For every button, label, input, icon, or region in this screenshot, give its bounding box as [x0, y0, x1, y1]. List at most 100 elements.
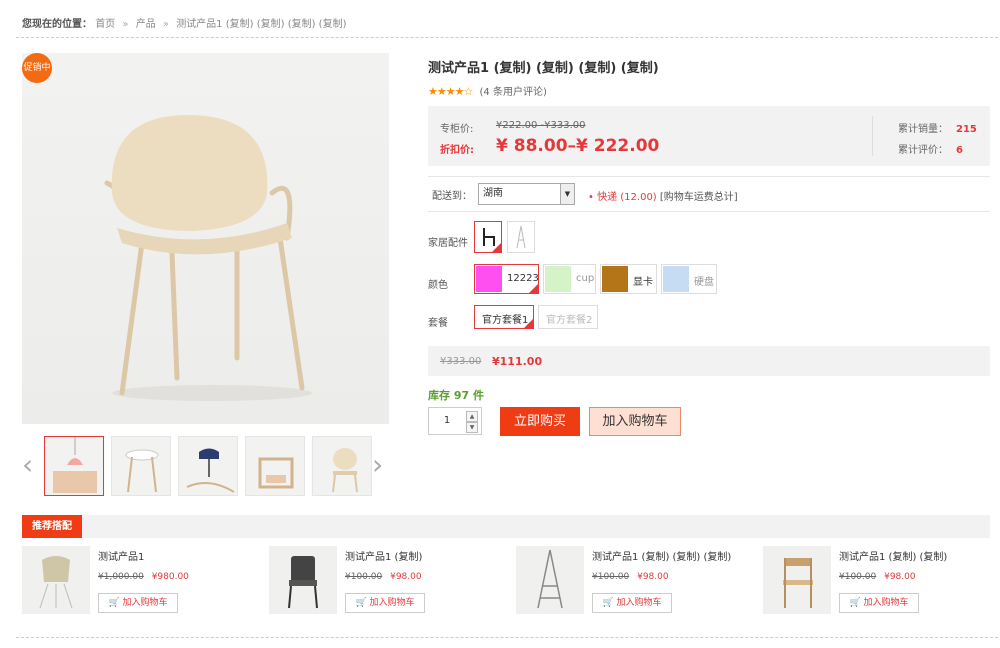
- color-swatch: [663, 266, 689, 292]
- color-option-cup[interactable]: cup: [543, 264, 596, 294]
- color-option-label: 显卡: [633, 277, 653, 288]
- recommend-old-price: ¥100.00: [592, 572, 630, 582]
- bullet-icon: •: [588, 192, 594, 203]
- chevron-down-icon: ▼: [560, 184, 574, 204]
- tower-model-image: [537, 549, 563, 609]
- breadcrumb-current[interactable]: 测试产品1 (复制) (复制) (复制) (复制): [176, 19, 346, 30]
- sales-value: 215: [956, 124, 977, 135]
- color-option-hard-disk[interactable]: 硬盘: [661, 264, 717, 294]
- recommend-new-price: ¥98.00: [884, 572, 916, 582]
- cart-icon: 🛒: [602, 598, 614, 608]
- express-fee: 快递 (12.00): [597, 192, 657, 203]
- review-stat-value: 6: [956, 145, 963, 156]
- package-option-label: 官方套餐2: [546, 315, 593, 326]
- recommend-add-cart-button[interactable]: 🛒 加入购物车: [345, 593, 425, 613]
- main-product-image[interactable]: [22, 53, 389, 424]
- recommend-tab[interactable]: 推荐搭配: [22, 515, 82, 538]
- price-box: 专柜价: ¥222.00 -¥333.00 折扣价: ¥ 88.00–¥ 222…: [428, 106, 990, 166]
- package-option-1[interactable]: 官方套餐1: [474, 305, 534, 329]
- chair-thumb-image: [332, 448, 358, 493]
- discount-price-label: 折扣价:: [440, 145, 474, 156]
- package-new-price: ¥111.00: [492, 355, 543, 368]
- recommend-item-image[interactable]: [22, 546, 90, 614]
- recommend-add-cart-button[interactable]: 🛒 加入购物车: [98, 593, 178, 613]
- breadcrumb-products[interactable]: 产品: [136, 19, 156, 30]
- buy-now-button[interactable]: 立即购买: [500, 407, 580, 436]
- quantity-stepper[interactable]: 1 ▲ ▼: [428, 407, 482, 435]
- sales-stat: 累计销量： 215: [898, 120, 977, 135]
- promo-badge: 促销中: [22, 53, 52, 83]
- recommend-item-image[interactable]: [763, 546, 831, 614]
- cart-icon: 🛒: [108, 598, 120, 608]
- rocking-chair-image: [186, 448, 235, 493]
- recommend-new-price: ¥98.00: [390, 572, 422, 582]
- recommend-item-image[interactable]: [516, 546, 584, 614]
- recommend-new-price: ¥98.00: [637, 572, 669, 582]
- increment-icon[interactable]: ▲: [466, 411, 478, 422]
- fitting-option-chair[interactable]: [474, 221, 502, 253]
- recommend-add-cart-label: 加入购物车: [122, 598, 168, 608]
- package-option-label: 官方套餐1: [482, 315, 529, 326]
- cart-icon: 🛒: [355, 598, 367, 608]
- package-option-2[interactable]: 官方套餐2: [538, 305, 598, 329]
- shipping-info: • 快递 (12.00) [购物车运费总计]: [588, 188, 738, 203]
- thumbnail[interactable]: [178, 436, 238, 496]
- shipping-note: [购物车运费总计]: [659, 192, 738, 203]
- price-divider: [872, 116, 873, 156]
- shipping-label: 配送到：: [432, 191, 472, 202]
- recommend-add-cart-button[interactable]: 🛒 加入购物车: [592, 593, 672, 613]
- package-label: 套餐: [428, 318, 448, 329]
- quantity-value[interactable]: 1: [429, 408, 465, 434]
- recommend-item-image[interactable]: [269, 546, 337, 614]
- recommend-item-name[interactable]: 测试产品1 (复制) (复制) (复制): [592, 548, 731, 563]
- color-swatch: [602, 266, 628, 292]
- thumbnail-strip: [44, 436, 372, 496]
- recommend-old-price: ¥1,000.00: [98, 572, 144, 582]
- recommend-add-cart-label: 加入购物车: [369, 598, 415, 608]
- region-select[interactable]: 湖南 ▼: [478, 183, 575, 205]
- add-to-cart-button[interactable]: 加入购物车: [589, 407, 681, 436]
- recommend-item-name[interactable]: 测试产品1 (复制): [345, 548, 422, 563]
- recommend-item: 测试产品1 (复制) ¥100.00 ¥98.00 🛒 加入购物车: [269, 546, 509, 616]
- recommend-item-name[interactable]: 测试产品1 (复制) (复制): [839, 548, 947, 563]
- recommend-old-price: ¥100.00: [839, 572, 877, 582]
- recommend-bar: 推荐搭配: [22, 515, 990, 538]
- thumbnail[interactable]: [111, 436, 171, 496]
- recommend-item-price: ¥100.00 ¥98.00: [592, 572, 669, 582]
- recommend-add-cart-button[interactable]: 🛒 加入购物车: [839, 593, 919, 613]
- thumbnail[interactable]: [312, 436, 372, 496]
- thumb-next-icon[interactable]: ›: [372, 451, 383, 479]
- thumbnail[interactable]: [44, 436, 104, 496]
- product-title: 测试产品1 (复制) (复制) (复制) (复制): [428, 61, 659, 76]
- divider-top: [16, 37, 998, 38]
- decrement-icon[interactable]: ▼: [466, 422, 478, 433]
- color-swatch: [476, 266, 502, 292]
- fitting-option-tower[interactable]: [507, 221, 535, 253]
- color-option-graphics-card[interactable]: 显卡: [600, 264, 657, 294]
- breadcrumb: 您现在的位置： 首页 » 产品 » 测试产品1 (复制) (复制) (复制) (…: [22, 15, 346, 30]
- color-swatch: [545, 266, 571, 292]
- chair-image: [104, 114, 312, 401]
- recommend-item-name[interactable]: 测试产品1: [98, 548, 144, 563]
- counter-price: ¥222.00 -¥333.00: [496, 120, 586, 131]
- color-label: 颜色: [428, 280, 448, 291]
- package-old-price: ¥333.00: [440, 356, 482, 367]
- recommend-item: 测试产品1 (复制) (复制) (复制) ¥100.00 ¥98.00 🛒 加入…: [516, 546, 756, 616]
- color-option-label: 硬盘: [694, 277, 714, 288]
- thumbnail[interactable]: [245, 436, 305, 496]
- shipping-row: 配送到： 湖南 ▼ • 快递 (12.00) [购物车运费总计]: [428, 176, 990, 212]
- discount-price: ¥ 88.00–¥ 222.00: [496, 136, 660, 156]
- cabinet-image: [53, 437, 97, 493]
- recommend-item-price: ¥100.00 ¥98.00: [839, 572, 916, 582]
- review-count-link[interactable]: (4 条用户评论): [480, 87, 547, 98]
- recommend-old-price: ¥100.00: [345, 572, 383, 582]
- rating: ★★★★☆ (4 条用户评论): [428, 83, 547, 98]
- thumb-prev-icon[interactable]: ‹: [22, 451, 33, 479]
- breadcrumb-label: 您现在的位置：: [22, 19, 92, 30]
- breadcrumb-home[interactable]: 首页: [95, 19, 115, 30]
- cart-icon: 🛒: [849, 598, 861, 608]
- recommend-item: 测试产品1 ¥1,000.00 ¥980.00 🛒 加入购物车: [22, 546, 262, 616]
- chair-icon: [483, 228, 495, 246]
- color-option-12223[interactable]: 12223: [474, 264, 539, 294]
- region-select-value: 湖南: [483, 188, 503, 199]
